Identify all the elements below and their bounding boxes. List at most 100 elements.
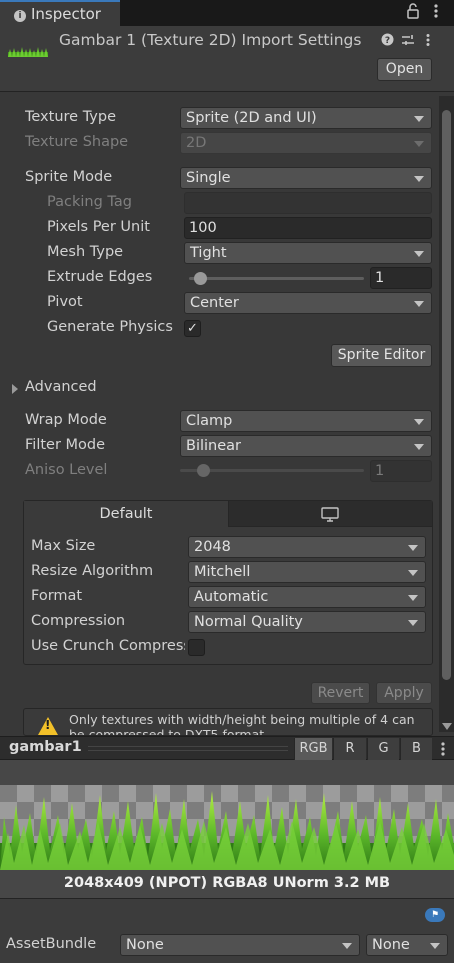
asset-bundle-name-dropdown[interactable]: None: [120, 934, 360, 956]
sprite-editor-button[interactable]: Sprite Editor: [331, 344, 432, 367]
presets-icon[interactable]: [401, 33, 415, 51]
filter-mode-value: Bilinear: [186, 438, 241, 454]
mesh-type-value: Tight: [190, 245, 227, 261]
info-icon: i: [14, 10, 26, 22]
header-kebab-menu-icon[interactable]: [425, 33, 431, 51]
wrap-mode-value: Clamp: [186, 413, 233, 429]
use-crunch-compression-label: Use Crunch Compression: [31, 638, 185, 654]
chevron-down-icon: [414, 141, 424, 147]
warning-icon-mark: !: [45, 718, 51, 732]
label-tag-icon[interactable]: ⚑: [425, 908, 445, 922]
inspector-scrollbar-thumb[interactable]: [442, 110, 451, 680]
chevron-down-icon: [408, 620, 418, 626]
asset-bundle-bar: ⚑ AssetBundle None None: [0, 898, 454, 963]
wrap-mode-dropdown[interactable]: Clamp: [180, 410, 432, 432]
chevron-down-icon: [408, 570, 418, 576]
chevron-down-icon: [414, 444, 424, 450]
resize-algorithm-label: Resize Algorithm: [31, 563, 154, 579]
preview-drag-handle[interactable]: [88, 746, 288, 751]
packing-tag-field: [184, 192, 432, 214]
monitor-icon: [321, 507, 339, 526]
pivot-value: Center: [190, 295, 239, 311]
chevron-down-icon: [342, 943, 352, 949]
chevron-down-icon: [408, 545, 418, 551]
open-button[interactable]: Open: [377, 58, 432, 81]
grass-texture-image: [0, 791, 454, 870]
sprite-mode-label: Sprite Mode: [25, 169, 113, 185]
aniso-level-label: Aniso Level: [25, 462, 108, 478]
import-settings-header: Gambar 1 (Texture 2D) Import Settings ? …: [0, 26, 454, 92]
chevron-down-icon: [408, 595, 418, 601]
warning-helpbox: ! Only textures with width/height being …: [23, 708, 433, 736]
texture-type-dropdown[interactable]: Sprite (2D and UI): [180, 107, 432, 129]
preview-toolbar: gambar1 RGB R G B: [0, 736, 454, 760]
mesh-type-dropdown[interactable]: Tight: [184, 242, 432, 264]
sprite-mode-value: Single: [186, 170, 231, 186]
warning-text: Only textures with width/height being mu…: [69, 712, 415, 736]
asset-bundle-variant-dropdown[interactable]: None: [366, 934, 448, 956]
compression-label: Compression: [31, 613, 126, 629]
tab-standalone[interactable]: [229, 501, 432, 527]
help-icon[interactable]: ?: [381, 33, 394, 50]
extrude-edges-slider[interactable]: [189, 277, 364, 280]
chevron-down-icon: [430, 943, 440, 949]
texture-type-label: Texture Type: [25, 109, 116, 125]
preview-kebab-menu-icon[interactable]: [440, 741, 446, 761]
chevron-down-icon: [414, 116, 424, 122]
window-tab-bar: i Inspector: [0, 0, 454, 26]
foldout-arrow-icon[interactable]: [11, 382, 19, 398]
channel-r-button[interactable]: R: [333, 738, 366, 760]
channel-b-button[interactable]: B: [400, 738, 432, 760]
chevron-down-icon: [414, 251, 424, 257]
texture-info-label: 2048x409 (NPOT) RGBA8 UNorm 3.2 MB: [63, 875, 391, 891]
compression-dropdown[interactable]: Normal Quality: [188, 611, 426, 633]
extrude-edges-field[interactable]: 1: [370, 267, 432, 289]
svg-text:?: ?: [385, 36, 390, 46]
mesh-type-label: Mesh Type: [47, 244, 124, 260]
aniso-level-field: 1: [370, 460, 432, 482]
asset-bundle-label: AssetBundle: [6, 936, 97, 952]
chevron-down-icon: [414, 301, 424, 307]
resize-algorithm-dropdown[interactable]: Mitchell: [188, 561, 426, 583]
use-crunch-compression-checkbox[interactable]: [188, 639, 205, 656]
sprite-mode-dropdown[interactable]: Single: [180, 167, 432, 189]
pivot-dropdown[interactable]: Center: [184, 292, 432, 314]
max-size-dropdown[interactable]: 2048: [188, 536, 426, 558]
extrude-edges-label: Extrude Edges: [47, 269, 153, 285]
pixels-per-unit-field[interactable]: 100: [184, 217, 432, 239]
format-value: Automatic: [194, 589, 269, 605]
scroll-down-arrow-icon[interactable]: [442, 718, 452, 734]
extrude-edges-slider-handle[interactable]: [193, 272, 207, 285]
format-label: Format: [31, 588, 83, 604]
lock-icon[interactable]: [406, 3, 420, 23]
resize-algorithm-value: Mitchell: [194, 564, 251, 580]
revert-button[interactable]: Revert: [311, 682, 370, 704]
texture-thumbnail: [8, 47, 48, 57]
max-size-value: 2048: [194, 539, 231, 555]
apply-button[interactable]: Apply: [376, 682, 432, 704]
texture-shape-value: 2D: [186, 135, 207, 151]
channel-g-button[interactable]: G: [367, 738, 399, 760]
kebab-menu-icon[interactable]: [433, 3, 439, 23]
advanced-foldout[interactable]: Advanced: [25, 379, 97, 395]
texture-shape-label: Texture Shape: [25, 134, 129, 150]
tab-default[interactable]: Default: [24, 501, 229, 527]
generate-physics-shape-label: Generate Physics Shape: [47, 319, 176, 335]
asset-bundle-name-value: None: [126, 937, 164, 953]
channel-rgb-button[interactable]: RGB: [294, 738, 332, 760]
max-size-label: Max Size: [31, 538, 96, 554]
chevron-down-icon: [414, 176, 424, 182]
inspector-tab-label: Inspector: [31, 5, 101, 23]
preview-title: gambar1: [9, 739, 82, 755]
generate-physics-shape-checkbox[interactable]: ✓: [184, 320, 201, 337]
inspector-tab[interactable]: i Inspector: [0, 0, 120, 26]
pivot-label: Pivot: [47, 294, 83, 310]
packing-tag-label: Packing Tag: [47, 194, 132, 210]
format-dropdown[interactable]: Automatic: [188, 586, 426, 608]
chevron-down-icon: [414, 419, 424, 425]
filter-mode-dropdown[interactable]: Bilinear: [180, 435, 432, 457]
filter-mode-label: Filter Mode: [25, 437, 106, 453]
import-settings-title: Gambar 1 (Texture 2D) Import Settings: [59, 31, 362, 49]
asset-bundle-variant-value: None: [372, 937, 410, 953]
texture-shape-dropdown: 2D: [180, 132, 432, 154]
